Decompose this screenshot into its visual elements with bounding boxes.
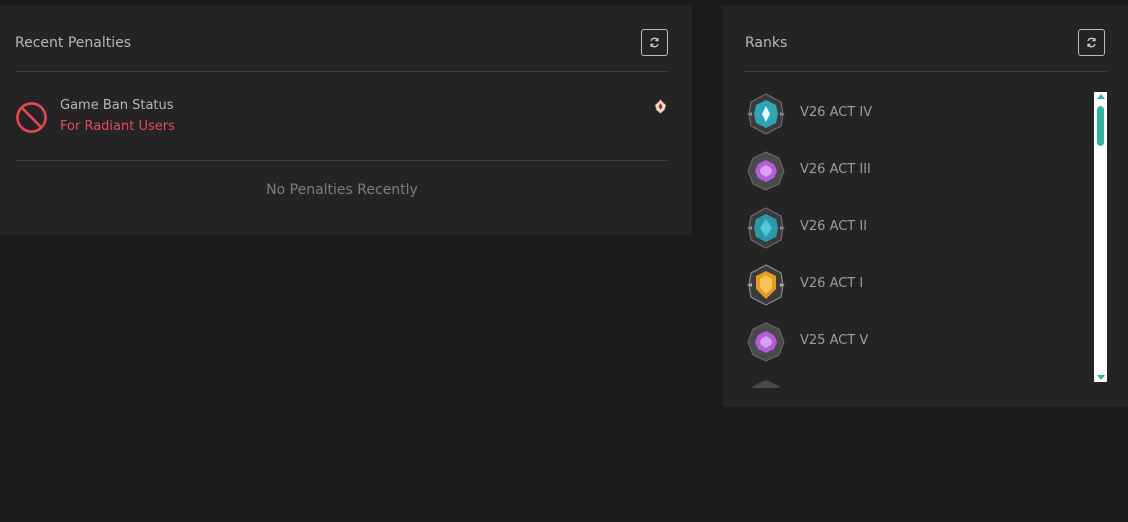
panel-title: Ranks — [745, 35, 788, 51]
divider — [15, 71, 669, 72]
rank-list[interactable]: V26 ACT IV V26 ACT III V26 ACT II V26 AC… — [744, 92, 1090, 388]
list-item: V26 ACT IV — [744, 92, 1084, 136]
recent-penalties-panel: Recent Penalties Game Ban Status For Rad… — [0, 6, 692, 235]
radiant-icon — [654, 99, 667, 114]
scroll-up-icon[interactable] — [1097, 94, 1105, 99]
refresh-ranks-button[interactable] — [1078, 29, 1105, 56]
game-ban-status-title: Game Ban Status — [60, 98, 174, 113]
divider — [15, 160, 669, 161]
scroll-down-icon[interactable] — [1097, 375, 1105, 380]
diamond-rank-icon — [747, 207, 785, 249]
list-item: V26 ACT III — [744, 149, 1084, 193]
rank-label: V26 ACT I — [800, 276, 864, 291]
rank-label: V25 ACT V — [800, 333, 869, 348]
no-penalties-message: No Penalties Recently — [266, 182, 418, 198]
list-item — [744, 377, 1084, 388]
list-item: V25 ACT V — [744, 320, 1084, 364]
refresh-icon — [1087, 37, 1096, 48]
page: Recent Penalties Game Ban Status For Rad… — [0, 0, 1128, 522]
diamond-rank-icon — [747, 93, 785, 135]
scrollbar[interactable] — [1094, 92, 1107, 382]
rank-icon — [752, 380, 780, 388]
ranks-panel: Ranks V26 ACT IV V26 ACT III V26 ACT II … — [722, 6, 1128, 407]
scroll-thumb[interactable] — [1097, 106, 1104, 146]
list-item: V26 ACT I — [744, 263, 1084, 307]
panel-title: Recent Penalties — [15, 35, 132, 51]
rank-label: V26 ACT II — [800, 219, 868, 234]
divider — [744, 71, 1107, 72]
rank-label: V26 ACT IV — [800, 105, 873, 120]
refresh-icon — [650, 37, 659, 48]
refresh-penalties-button[interactable] — [641, 29, 668, 56]
ascendant-rank-icon — [747, 151, 785, 191]
gold-rank-icon — [747, 264, 785, 306]
rank-label: V26 ACT III — [800, 162, 871, 177]
ban-icon — [16, 102, 47, 133]
list-item: V26 ACT II — [744, 206, 1084, 250]
ascendant-rank-icon — [747, 322, 785, 362]
game-ban-status-subtitle: For Radiant Users — [60, 119, 175, 134]
